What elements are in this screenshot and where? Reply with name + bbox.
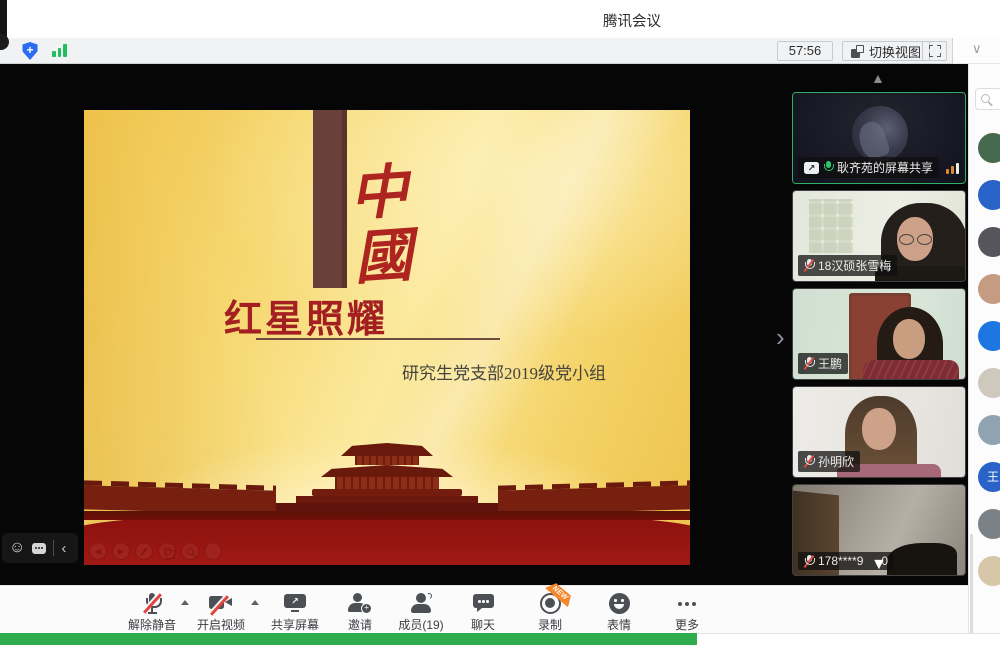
reaction-chat-icon[interactable]: [32, 543, 46, 554]
contact-avatar[interactable]: [978, 415, 1000, 445]
participant-label: 耿齐苑的屏幕共享: [798, 157, 939, 178]
contact-avatar[interactable]: [978, 274, 1000, 304]
more-options-button: …: [204, 542, 222, 560]
background-app-panel: 王: [968, 64, 1000, 645]
record-icon: NEW: [540, 593, 561, 614]
signal-strength-icon: [946, 163, 959, 174]
quick-reaction-bar: ☺ ‹: [2, 533, 78, 563]
divider: [53, 540, 54, 556]
contact-avatar[interactable]: [978, 133, 1000, 163]
participant-name: 孙明欣: [818, 453, 854, 470]
camera-off-icon: [209, 595, 233, 611]
chevron-left-icon[interactable]: ‹: [61, 540, 66, 557]
slide-calligraphy: 中國: [342, 160, 409, 292]
next-slide-button: ▶: [112, 542, 130, 560]
mic-muted-icon: [804, 357, 814, 370]
mic-muted-icon: [144, 593, 160, 614]
participant-tile[interactable]: 18汉硕张雪梅: [792, 190, 966, 282]
background-app-header: ∨: [953, 38, 1000, 64]
screen-share-icon: [804, 162, 819, 174]
contact-avatar[interactable]: 王: [978, 462, 1000, 492]
tencent-meeting-window: 腾讯会议 57:56 切换视图 ∨ 中國 红星照耀 研究生党支部2019级党小组: [0, 0, 1000, 645]
window-titlebar: 腾讯会议: [0, 0, 1000, 38]
meeting-toolbar-bottom: 解除静音 开启视频 共享屏幕 邀请 成员(19) 聊天 NEW 录制: [0, 585, 968, 633]
participant-tile-screen-share[interactable]: 耿齐苑的屏幕共享: [792, 92, 966, 184]
search-input[interactable]: [975, 88, 1000, 110]
meeting-timer: 57:56: [777, 41, 833, 61]
scroll-up-arrow[interactable]: ▲: [871, 70, 885, 86]
emoji-icon: [609, 593, 630, 614]
contact-avatar[interactable]: [978, 180, 1000, 210]
presenter-controls: ◀ ▶ …: [89, 542, 222, 560]
participant-tile[interactable]: 王鹏: [792, 288, 966, 380]
chevron-right-icon[interactable]: ›: [776, 322, 785, 353]
more-button[interactable]: 更多: [645, 592, 729, 633]
palace-hall: [276, 443, 498, 512]
scroll-down-arrow[interactable]: ▼: [871, 556, 887, 574]
participant-tile[interactable]: 孙明欣: [792, 386, 966, 478]
contact-avatar[interactable]: [978, 556, 1000, 586]
mic-muted-icon: [804, 259, 814, 272]
prev-slide-button: ◀: [89, 542, 107, 560]
search-icon: [981, 94, 990, 103]
participant-name: 18汉硕张雪梅: [818, 257, 891, 274]
mic-muted-icon: [804, 455, 814, 468]
participant-label: 18汉硕张雪梅: [798, 255, 897, 276]
contact-avatar[interactable]: [978, 227, 1000, 257]
fullscreen-icon: [929, 45, 941, 57]
presentation-slide: 中國 红星照耀 研究生党支部2019级党小组 ◀ ▶ …: [84, 110, 690, 565]
chat-icon: [473, 594, 494, 612]
slide-title-underline: [256, 338, 500, 340]
members-icon: [411, 593, 431, 613]
invite-icon: [348, 593, 372, 613]
switch-view-button[interactable]: 切换视图: [842, 41, 930, 61]
participant-label: 孙明欣: [798, 451, 860, 472]
security-shield-icon[interactable]: [22, 42, 38, 60]
contact-avatar[interactable]: [978, 368, 1000, 398]
participant-name: 耿齐苑的屏幕共享: [837, 159, 933, 176]
share-screen-icon: [284, 594, 306, 612]
contact-avatar[interactable]: [978, 321, 1000, 351]
participant-name: 王鹏: [818, 355, 842, 372]
reaction-smiley-icon[interactable]: ☺: [9, 540, 25, 556]
window-title: 腾讯会议: [603, 10, 661, 31]
meeting-toolbar-top: 57:56 切换视图: [0, 38, 953, 64]
slide-subtitle: 研究生党支部2019级党小组: [402, 359, 606, 384]
switch-view-icon: [851, 45, 864, 58]
start-video-button[interactable]: 开启视频: [179, 592, 263, 633]
pen-tool-button: [135, 542, 153, 560]
mic-muted-icon: [804, 555, 814, 568]
more-icon: [676, 593, 698, 614]
forbidden-city-silhouette: [84, 398, 690, 520]
progress-bar-track: [697, 633, 1000, 645]
switch-view-label: 切换视图: [869, 42, 921, 61]
avatar: [852, 106, 908, 162]
slide-overview-button: [158, 542, 176, 560]
fullscreen-button[interactable]: [922, 41, 947, 61]
chevron-down-icon[interactable]: ∨: [972, 41, 982, 57]
participant-label: 王鹏: [798, 353, 848, 374]
zoom-tool-button: [181, 542, 199, 560]
progress-bar: [0, 633, 697, 645]
slide-title: 红星照耀: [224, 288, 388, 343]
network-signal-icon[interactable]: [52, 44, 67, 57]
contact-avatar[interactable]: [978, 509, 1000, 539]
mic-on-icon: [823, 161, 833, 174]
participant-name: 178****9: [818, 554, 863, 568]
